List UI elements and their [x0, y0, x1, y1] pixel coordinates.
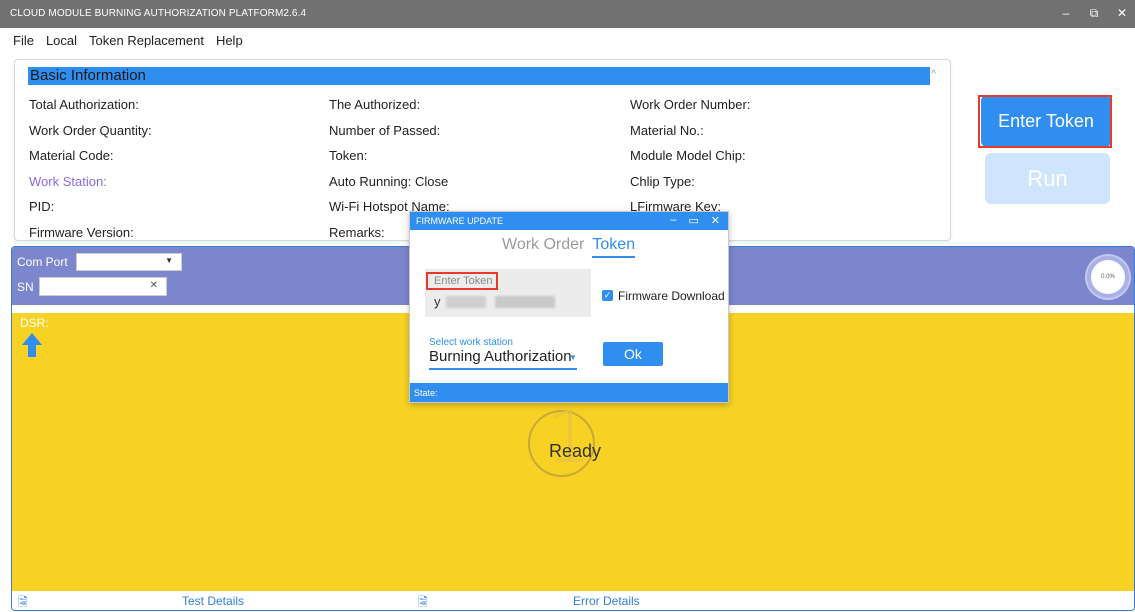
collapse-icon[interactable]: ^ [931, 69, 936, 80]
sn-label: SN [17, 280, 34, 294]
dialog-close-icon[interactable]: ✕ [711, 214, 720, 227]
minimize-icon[interactable]: – [1059, 6, 1073, 21]
dialog-title: FIRMWARE UPDATE [416, 216, 503, 226]
basic-information-header[interactable]: Basic Information [28, 67, 930, 85]
ready-number: 1 [546, 395, 592, 479]
info-column-1: Total Authorization: Work Order Quantity… [29, 96, 152, 249]
error-details-link[interactable]: Error Details [573, 594, 640, 608]
restore-icon[interactable]: ⧉ [1087, 6, 1101, 21]
menu-help[interactable]: Help [215, 33, 244, 53]
auto-running-label: Auto Running: Close [329, 173, 449, 189]
work-station-label: Work Station: [29, 173, 107, 189]
menu-token-replacement[interactable]: Token Replacement [88, 33, 205, 53]
authorized-label: The Authorized: [329, 97, 421, 112]
dsr-label: DSR: [20, 316, 49, 330]
pid-label: PID: [29, 199, 55, 214]
error-details-icon[interactable]: 🗟 [418, 593, 428, 610]
tab-work-order[interactable]: Work Order [502, 236, 584, 258]
token-label: Token: [329, 148, 368, 163]
work-station-select-label: Select work station [429, 337, 513, 348]
firmware-download-label: Firmware Download [618, 289, 725, 303]
menu-file[interactable]: File [12, 33, 35, 53]
window-title: CLOUD MODULE BURNING AUTHORIZATION PLATF… [10, 8, 307, 19]
ok-button[interactable]: Ok [603, 342, 663, 366]
number-of-passed-label: Number of Passed: [329, 122, 441, 138]
sn-input[interactable]: ✕ [39, 277, 167, 296]
redacted-block [446, 296, 486, 308]
ready-text: Ready [549, 441, 602, 461]
close-icon[interactable]: ✕ [1115, 6, 1129, 21]
work-order-number-label: Work Order Number: [630, 97, 751, 112]
redacted-block [495, 296, 555, 308]
title-bar: CLOUD MODULE BURNING AUTHORIZATION PLATF… [0, 0, 1135, 28]
dialog-tabs: Work Order Token [502, 236, 636, 258]
test-details-icon[interactable]: 🗟 [18, 593, 28, 610]
menu-local[interactable]: Local [45, 33, 78, 53]
material-no-label: Material No.: [630, 122, 704, 138]
work-order-quantity-label: Work Order Quantity: [29, 122, 152, 138]
com-port-select[interactable]: ▼ [76, 253, 182, 271]
app-window: CLOUD MODULE BURNING AUTHORIZATION PLATF… [0, 0, 1135, 612]
dialog-window-controls: – ▭ ✕ [670, 214, 720, 227]
dialog-maximize-icon[interactable]: ▭ [688, 214, 698, 227]
footer-bar: 🗟 Test Details 🗟 Error Details [12, 591, 1134, 610]
state-label: State: [414, 388, 438, 398]
info-column-3: Work Order Number: Material No.: Module … [630, 96, 750, 224]
dialog-title-bar: FIRMWARE UPDATE – ▭ ✕ [410, 212, 728, 230]
dialog-status-bar: State: [410, 383, 728, 402]
enter-token-button[interactable]: Enter Token [981, 95, 1111, 147]
token-field-label: Enter Token [426, 272, 498, 290]
module-model-chip-label: Module Model Chip: [630, 148, 746, 163]
window-controls: – ⧉ ✕ [1059, 6, 1129, 21]
progress-percent: 0.0% [1101, 274, 1115, 280]
chevron-down-icon: ▼ [165, 256, 173, 265]
firmware-update-dialog: FIRMWARE UPDATE – ▭ ✕ Work Order Token E… [409, 211, 729, 403]
material-code-label: Material Code: [29, 148, 114, 163]
chevron-down-icon[interactable]: ▼ [569, 353, 577, 362]
chip-type-label: Chlip Type: [630, 173, 695, 189]
token-field-value: y [434, 294, 441, 309]
work-station-select[interactable]: Burning Authorization [429, 348, 577, 370]
test-details-link[interactable]: Test Details [182, 594, 244, 608]
progress-ring: 0.0% [1087, 256, 1129, 298]
firmware-download-checkbox[interactable]: ✓ [602, 290, 613, 301]
run-button[interactable]: Run [985, 153, 1110, 204]
clear-icon[interactable]: ✕ [150, 280, 158, 291]
arrow-up-icon [22, 333, 42, 357]
com-port-label: Com Port [17, 255, 68, 269]
total-authorization-label: Total Authorization: [29, 97, 139, 112]
menu-bar: File Local Token Replacement Help [0, 33, 244, 53]
dialog-minimize-icon[interactable]: – [670, 214, 676, 227]
tab-token[interactable]: Token [592, 236, 636, 258]
